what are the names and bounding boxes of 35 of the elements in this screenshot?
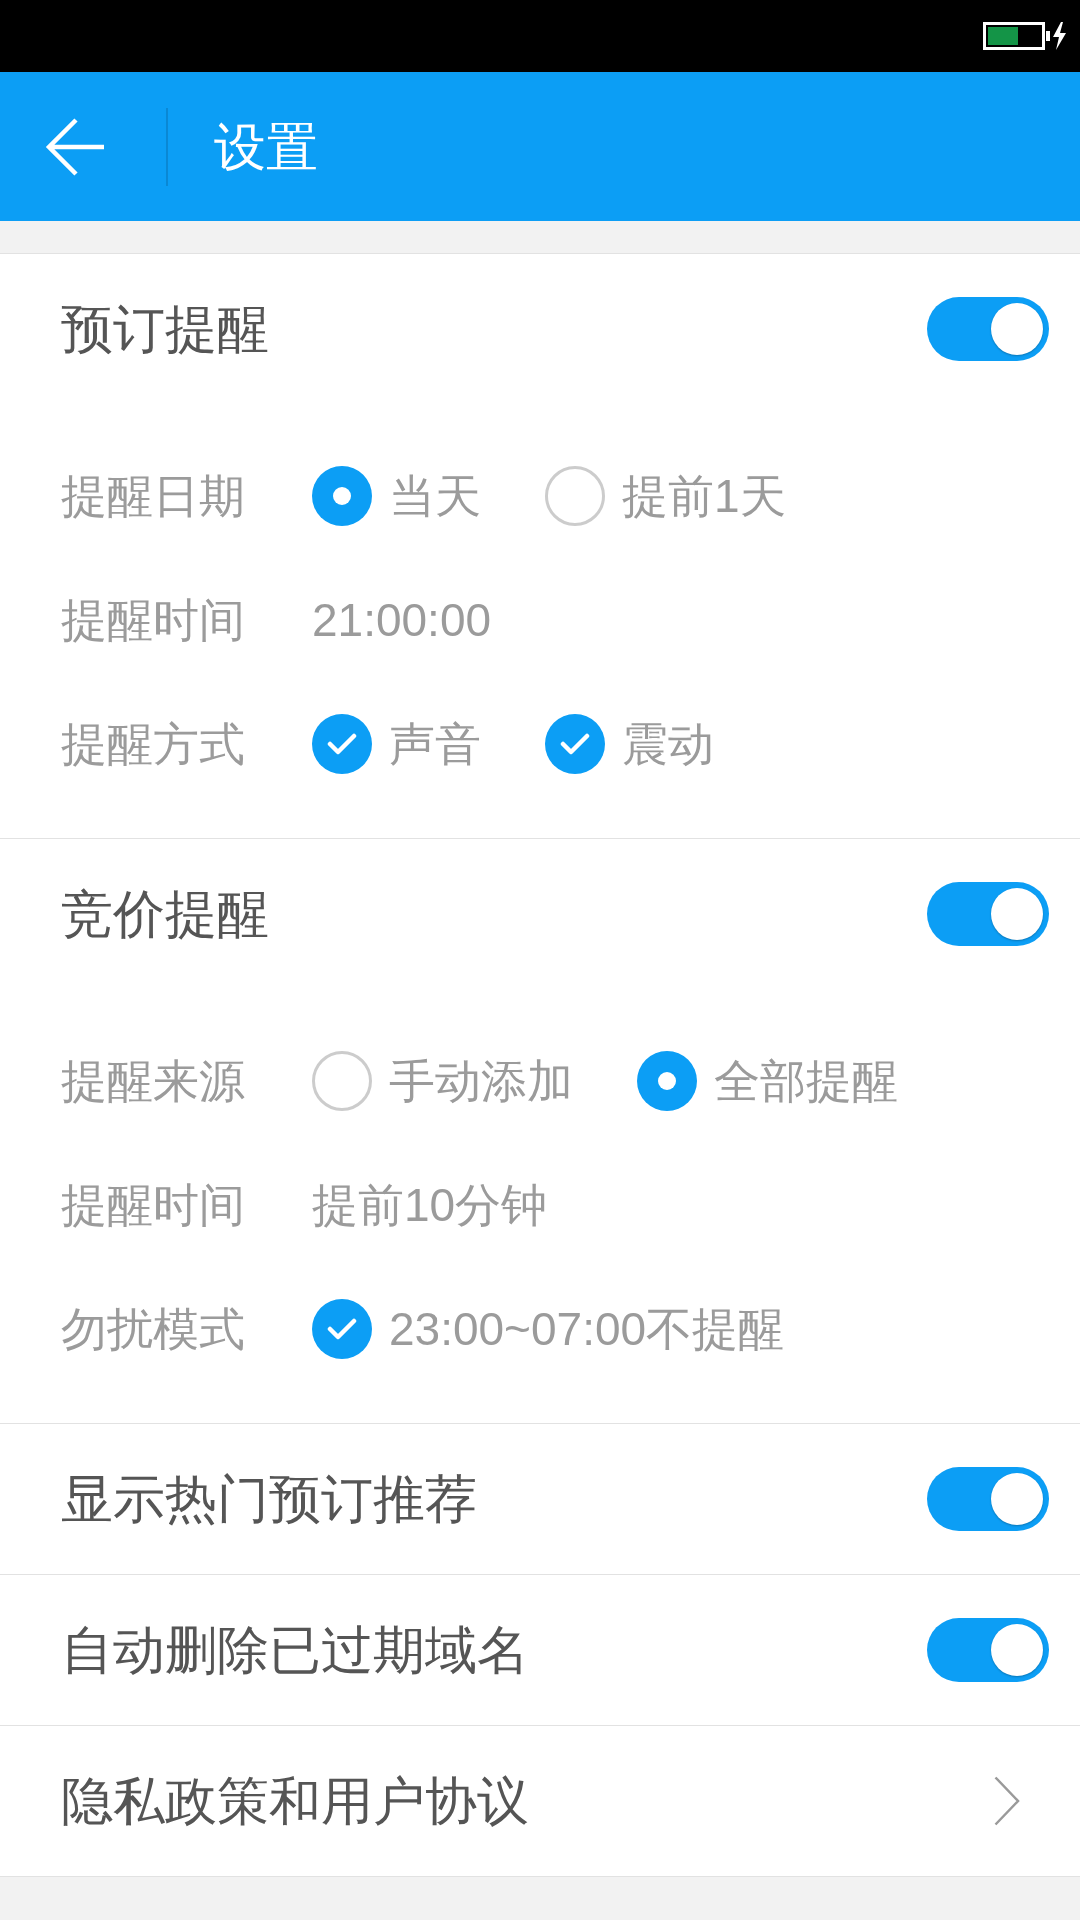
option-label: 手动添加	[389, 1058, 573, 1104]
list-item[interactable]: 隐私政策和用户协议	[0, 1726, 1080, 1876]
radio-button[interactable]	[312, 466, 372, 526]
section-title: 竞价提醒	[61, 887, 269, 940]
setting-label: 勿扰模式	[61, 1306, 246, 1352]
checkbox[interactable]	[545, 714, 605, 774]
back-button[interactable]	[45, 116, 105, 177]
radio-button[interactable]	[312, 1051, 372, 1111]
chevron-right-icon	[994, 1776, 1020, 1826]
check-icon	[327, 1318, 357, 1340]
radio-button[interactable]	[637, 1051, 697, 1111]
setting-label: 提醒方式	[61, 721, 246, 767]
setting-label: 提醒日期	[61, 473, 246, 519]
setting-title: 显示热门预订推荐	[61, 1473, 477, 1525]
setting-title: 自动删除已过期域名	[61, 1624, 529, 1676]
setting-value: 提前10分钟	[312, 1182, 548, 1228]
arrow-left-icon	[45, 116, 105, 177]
page-title: 设置	[214, 120, 318, 173]
setting-value: 21:00:00	[312, 597, 492, 643]
setting-label: 提醒时间	[61, 597, 246, 643]
checkbox[interactable]	[312, 714, 372, 774]
option-label: 震动	[622, 721, 714, 767]
check-icon	[327, 733, 357, 755]
option-label: 23:00~07:00不提醒	[389, 1306, 785, 1352]
check-icon	[560, 733, 590, 755]
option-label: 声音	[389, 721, 481, 767]
option-label: 全部提醒	[714, 1058, 898, 1104]
checkbox[interactable]	[312, 1299, 372, 1359]
option-label: 提前1天	[622, 473, 786, 519]
setting-label: 提醒来源	[61, 1058, 246, 1104]
radio-button[interactable]	[545, 466, 605, 526]
option-label: 当天	[389, 473, 481, 519]
battery-charging-icon	[983, 22, 1067, 50]
setting-label: 提醒时间	[61, 1182, 246, 1228]
section-title: 预订提醒	[61, 302, 269, 355]
